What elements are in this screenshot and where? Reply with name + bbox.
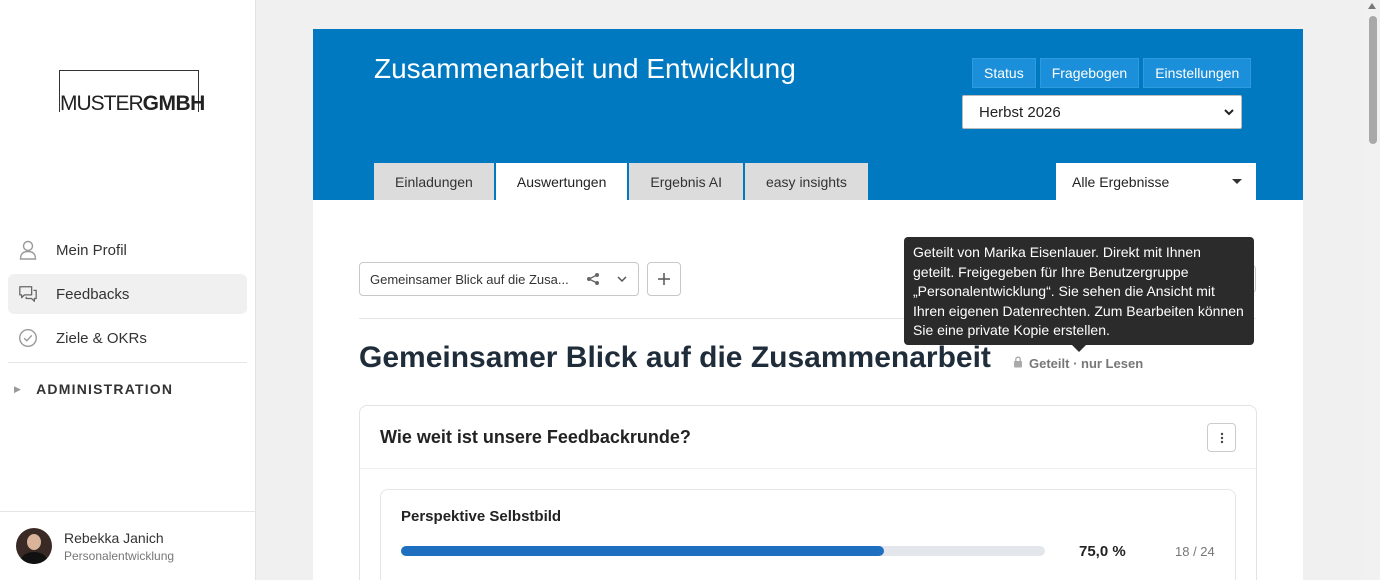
triangle-right-icon: ▶ (14, 383, 23, 394)
user-profile[interactable]: Rebekka Janich Personalentwicklung (0, 511, 255, 580)
nav-label: Feedbacks (56, 285, 130, 303)
nav-item-feedbacks[interactable]: Feedbacks (8, 274, 247, 314)
header-banner: Zusammenarbeit und Entwicklung Status Fr… (313, 29, 1303, 200)
season-value: Herbst 2026 (979, 103, 1061, 121)
progress-percent: 75,0 % (1079, 543, 1126, 560)
caret-down-icon (1232, 179, 1242, 184)
main-nav: Mein Profil Feedbacks Ziele & OKRs ▶ ADM… (8, 230, 247, 415)
shared-readonly-badge[interactable]: Geteilt · nur Lesen (1013, 356, 1143, 371)
season-select[interactable]: Herbst 2026 (962, 95, 1242, 129)
chevron-down-icon (1223, 105, 1235, 123)
user-name: Rebekka Janich (64, 529, 164, 546)
tab-einladungen[interactable]: Einladungen (374, 163, 494, 200)
admin-label: ADMINISTRATION (36, 381, 174, 397)
main-content: Zusammenarbeit und Entwicklung Status Fr… (313, 29, 1303, 580)
progress-bar (401, 546, 1045, 556)
progress-bar-fill (401, 546, 884, 556)
nav-section-administration[interactable]: ▶ ADMINISTRATION (8, 363, 247, 415)
tab-bar: Einladungen Auswertungen Ergebnis AI eas… (374, 163, 868, 200)
logo-part-1: MUSTER (60, 92, 144, 115)
nav-item-mein-profil[interactable]: Mein Profil (8, 230, 247, 270)
tab-ergebnis-ai[interactable]: Ergebnis AI (629, 163, 743, 200)
header-actions: Status Fragebogen Einstellungen (972, 58, 1252, 88)
perspective-label: Perspektive Selbstbild (401, 508, 562, 525)
lock-icon (1013, 356, 1023, 371)
user-role: Personalentwicklung (64, 548, 175, 563)
logo-part-2: GMBH (142, 92, 206, 115)
nav-label: Mein Profil (56, 241, 127, 259)
status-button[interactable]: Status (972, 58, 1036, 88)
progress-count: 18 / 24 (1175, 544, 1215, 559)
kebab-icon (1220, 432, 1223, 443)
company-logo[interactable]: MUSTERGMBH (59, 70, 205, 115)
card-menu-button[interactable] (1207, 423, 1236, 452)
scroll-up-icon[interactable] (1368, 3, 1376, 9)
card-header: Wie weit ist unsere Feedbackrunde? (360, 406, 1256, 469)
einstellungen-button[interactable]: Einstellungen (1143, 58, 1252, 88)
filter-value: Alle Ergebnisse (1072, 173, 1170, 190)
plus-icon (658, 273, 670, 285)
card-title: Wie weit ist unsere Feedbackrunde? (380, 426, 691, 447)
add-view-button[interactable] (647, 262, 681, 296)
logo-text: MUSTERGMBH (60, 92, 205, 115)
check-circle-icon (18, 328, 38, 348)
share-icon (586, 272, 600, 289)
tab-easy-insights[interactable]: easy insights (744, 163, 868, 200)
progress-card: Wie weit ist unsere Feedbackrunde? Persp… (359, 405, 1257, 580)
shared-label: Geteilt · nur Lesen (1029, 356, 1144, 371)
user-icon (18, 240, 38, 260)
perspective-progress-item: Perspektive Selbstbild 75,0 % 18 / 24 (380, 489, 1236, 580)
view-selector-label: Gemeinsamer Blick auf die Zusa... (370, 271, 569, 287)
avatar (16, 528, 52, 564)
sidebar: MUSTERGMBH Mein Profil Feedbacks Ziele &… (0, 0, 256, 580)
fragebogen-button[interactable]: Fragebogen (1039, 58, 1140, 88)
results-filter-dropdown[interactable]: Alle Ergebnisse (1056, 163, 1256, 200)
nav-item-ziele-okrs[interactable]: Ziele & OKRs (8, 318, 247, 358)
share-info-tooltip: Geteilt von Marika Eisenlauer. Direkt mi… (904, 237, 1254, 352)
nav-label: Ziele & OKRs (56, 329, 147, 347)
tab-auswertungen[interactable]: Auswertungen (495, 163, 628, 200)
page-scrollbar[interactable] (1365, 0, 1380, 580)
chat-bubbles-icon (18, 284, 38, 304)
survey-title: Zusammenarbeit und Entwicklung (374, 53, 796, 84)
view-title: Gemeinsamer Blick auf die Zusammenarbeit (359, 341, 991, 374)
chevron-down-icon (616, 273, 628, 288)
view-selector[interactable]: Gemeinsamer Blick auf die Zusa... (359, 262, 639, 296)
scrollbar-thumb[interactable] (1369, 16, 1377, 144)
